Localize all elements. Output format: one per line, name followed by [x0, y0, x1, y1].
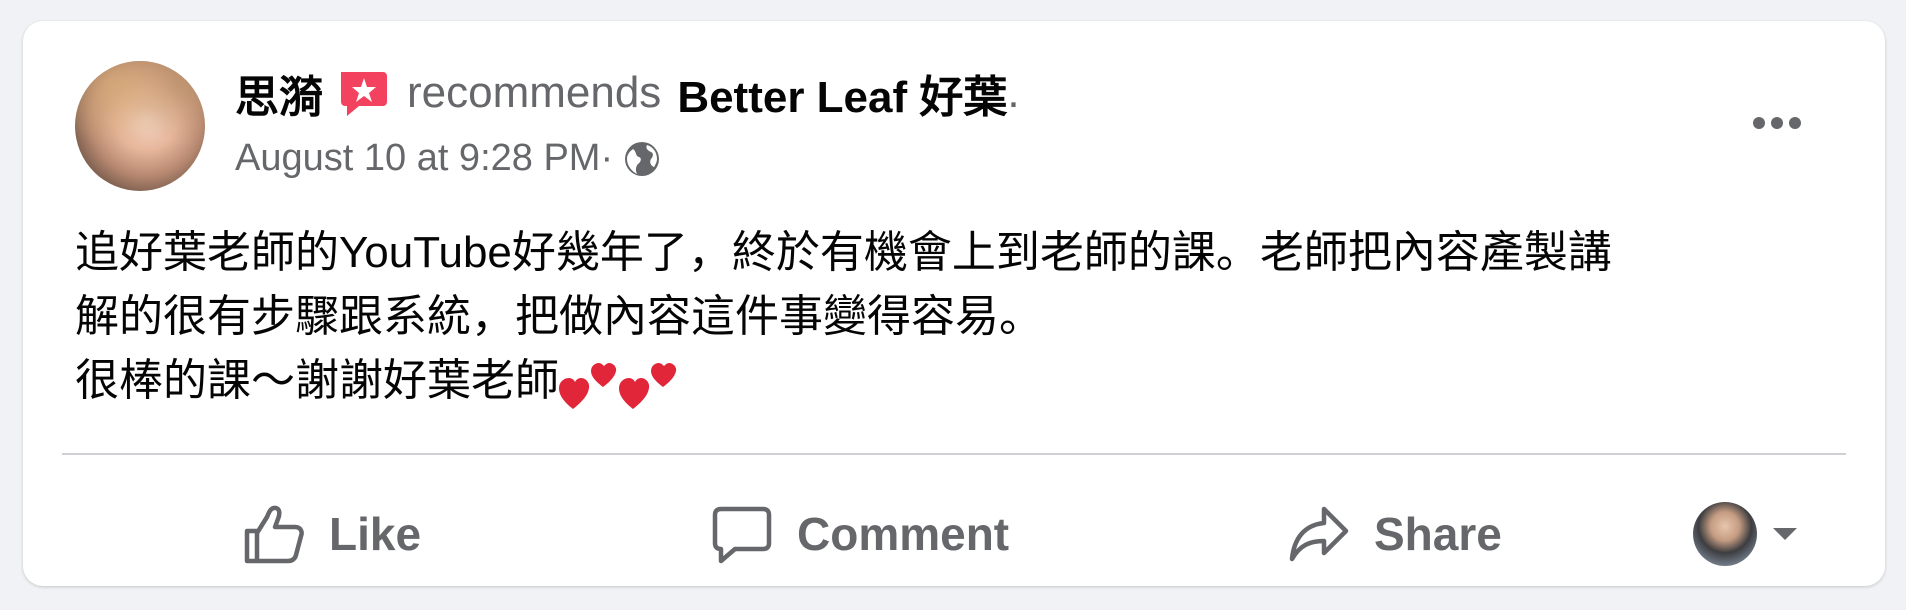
- post-header: 思漪 recommends Better Leaf 好葉 .: [235, 65, 1020, 122]
- author-name[interactable]: 思漪: [235, 61, 323, 125]
- share-label: Share: [1374, 508, 1502, 560]
- share-button[interactable]: Share: [1288, 489, 1502, 579]
- thumbs-up-icon: [244, 505, 304, 564]
- post-body-line-with-hearts: 很棒的課～謝謝好葉老師: [75, 349, 1835, 413]
- post-body-line: 解的很有步驟跟系統，把做內容這件事變得容易。: [75, 292, 1043, 341]
- page-suffix: .: [1007, 68, 1020, 117]
- post-card: 思漪 recommends Better Leaf 好葉 . August 10…: [23, 21, 1885, 586]
- actions-divider: [62, 453, 1846, 455]
- like-button[interactable]: Like: [243, 489, 421, 579]
- post-timestamp[interactable]: August 10 at 9:28 PM: [235, 137, 600, 180]
- action-bar: Like Comment Share: [23, 489, 1885, 589]
- post-body-line: 追好葉老師的YouTube好幾年了，終於有機會上到老師的課。老師把內容產製講: [75, 228, 1612, 277]
- recommends-text: recommends: [407, 68, 662, 117]
- share-arrow-icon: [1289, 506, 1349, 562]
- author-avatar[interactable]: [75, 61, 205, 191]
- more-options-icon[interactable]: [1753, 117, 1809, 137]
- post-body: 追好葉老師的YouTube好幾年了，終於有機會上到老師的課。老師把內容產製講 解的…: [75, 221, 1835, 413]
- like-label: Like: [329, 508, 422, 560]
- post-body-text: 很棒的課～謝謝好葉老師: [75, 356, 559, 405]
- public-globe-icon[interactable]: [623, 140, 661, 178]
- reaction-profile-selector[interactable]: [1693, 489, 1797, 579]
- two-hearts-emoji: [559, 363, 617, 410]
- caret-down-icon: [1773, 528, 1797, 540]
- current-user-avatar: [1693, 502, 1757, 566]
- two-hearts-emoji: [619, 363, 677, 410]
- post-meta: August 10 at 9:28 PM ·: [235, 137, 661, 180]
- recommend-star-icon: [335, 66, 389, 120]
- speech-bubble-icon: [712, 506, 772, 564]
- comment-label: Comment: [797, 508, 1010, 560]
- page-name-link[interactable]: Better Leaf 好葉: [677, 61, 1007, 125]
- comment-button[interactable]: Comment: [711, 489, 1009, 579]
- meta-separator: ·: [600, 137, 614, 179]
